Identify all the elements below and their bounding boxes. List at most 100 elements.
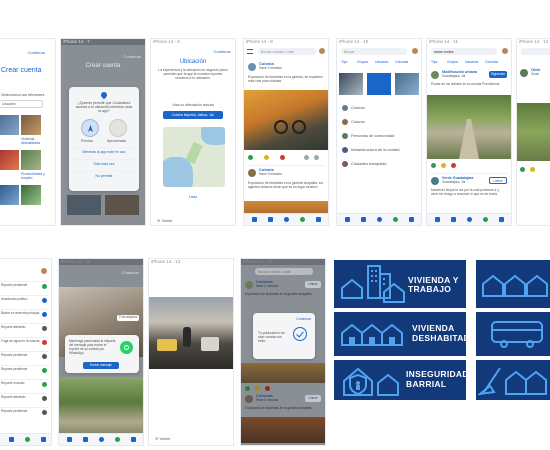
search-input[interactable]: areas verdes	[431, 48, 497, 55]
add-icon[interactable]	[99, 437, 104, 442]
reaction-icon[interactable]	[520, 167, 525, 172]
group-name[interactable]: Colonia	[351, 119, 365, 125]
add-icon[interactable]	[467, 217, 472, 222]
report-row-label[interactable]: Bache en avenida principal	[1, 311, 39, 316]
hashtag-icon[interactable]	[268, 217, 273, 222]
interest-card-image[interactable]	[0, 185, 19, 205]
home-icon[interactable]	[435, 217, 440, 222]
group-name[interactable]: Ciudades tranquilas	[351, 161, 386, 167]
continue-link[interactable]: Continuar	[124, 54, 141, 60]
add-icon[interactable]	[284, 217, 289, 222]
whatsapp-icon[interactable]	[25, 437, 30, 442]
post-image[interactable]	[517, 103, 550, 161]
interest-card-image[interactable]	[21, 115, 41, 135]
avatar[interactable]	[502, 48, 508, 54]
post-image[interactable]	[427, 95, 511, 159]
deny-option[interactable]: No permitir	[69, 174, 139, 178]
group-thumbnail[interactable]	[395, 73, 419, 95]
tab-neighborhoods[interactable]: Colonias	[485, 60, 498, 64]
group-name[interactable]: Personas de comunidad	[351, 133, 394, 139]
role-select[interactable]: Usuario	[0, 100, 43, 108]
interest-card-image[interactable]	[0, 115, 19, 135]
profile-icon[interactable]	[41, 437, 46, 442]
reaction-icon[interactable]	[431, 163, 436, 168]
tab-tips[interactable]: Tips	[341, 60, 347, 64]
group-thumbnail[interactable]	[339, 73, 363, 95]
interest-card-image[interactable]	[21, 150, 41, 170]
done-link[interactable]: Listo	[151, 194, 235, 200]
precise-map-option[interactable]	[81, 119, 99, 137]
report-row-label[interactable]: Fuga de agua en la colonia	[1, 339, 39, 344]
report-row-label[interactable]: Reporte atendido	[1, 325, 25, 330]
whatsapp-icon[interactable]	[483, 217, 488, 222]
profile-icon[interactable]	[131, 437, 136, 442]
group-name[interactable]: Colonia	[351, 105, 365, 111]
back-link[interactable]: ⊖ Volver	[155, 436, 171, 442]
profile-icon[interactable]	[409, 217, 414, 222]
reaction-icon[interactable]	[255, 386, 260, 391]
street-photo[interactable]	[149, 297, 233, 369]
report-row-label[interactable]: Reporte pendiente	[1, 353, 27, 358]
hashtag-icon[interactable]	[361, 217, 366, 222]
tab-groups[interactable]: Grupos	[357, 60, 368, 64]
tab-groups[interactable]: Grupos	[447, 60, 458, 64]
whatsapp-icon[interactable]	[393, 217, 398, 222]
search-input[interactable]	[521, 48, 550, 55]
hashtag-icon[interactable]	[83, 437, 88, 442]
home-icon[interactable]	[67, 437, 72, 442]
group-thumbnail[interactable]	[367, 73, 391, 95]
comment-icon[interactable]	[304, 155, 309, 160]
profile-icon[interactable]	[499, 217, 504, 222]
search-input[interactable]: Buscar colonia o calle	[255, 268, 313, 275]
menu-icon[interactable]	[247, 49, 253, 54]
avatar[interactable]	[319, 48, 325, 54]
following-button[interactable]: Siguiendo	[489, 71, 507, 78]
whatsapp-icon[interactable]	[115, 437, 120, 442]
tab-users[interactable]: Usuarios	[465, 60, 478, 64]
reaction-icon[interactable]	[245, 386, 250, 391]
allow-once-option[interactable]: Solo esta vez	[69, 162, 139, 166]
profile-icon[interactable]	[316, 217, 321, 222]
post-image[interactable]	[244, 90, 328, 150]
approx-map-option[interactable]	[109, 119, 127, 137]
photo-tag[interactable]: Foto adjunta	[117, 315, 139, 321]
home-icon[interactable]	[9, 437, 14, 442]
use-current-location-button[interactable]: Colonia Imperial, Jalisco, Jal.	[163, 111, 223, 119]
avatar[interactable]	[412, 48, 418, 54]
report-row-label[interactable]: Reporte pendiente	[1, 367, 27, 372]
continue-link[interactable]: Continuar	[28, 50, 45, 56]
whatsapp-icon[interactable]	[120, 341, 133, 354]
map-view[interactable]	[163, 127, 225, 187]
tab-tips[interactable]: Tips	[431, 60, 437, 64]
continue-link[interactable]: Continuar	[122, 270, 139, 276]
join-button[interactable]: Unirse	[489, 177, 507, 184]
add-icon[interactable]	[377, 217, 382, 222]
home-icon[interactable]	[345, 217, 350, 222]
reaction-icon[interactable]	[264, 155, 269, 160]
tab-users[interactable]: Usuarios	[375, 60, 388, 64]
allow-while-using-option[interactable]: Mientras la app esté en uso	[69, 150, 139, 154]
search-input[interactable]: Buscar	[341, 48, 407, 55]
report-row-label[interactable]: Reporte pendiente	[1, 409, 27, 414]
continue-link[interactable]: Continuar	[296, 317, 311, 321]
reaction-icon[interactable]	[248, 155, 253, 160]
interest-card-image[interactable]	[21, 185, 41, 205]
avatar[interactable]	[41, 268, 47, 274]
hashtag-icon[interactable]	[451, 217, 456, 222]
report-row-label[interactable]: Reporte atendido	[1, 395, 25, 400]
group-name[interactable]: Infraestructura de la ciudad	[351, 147, 399, 153]
search-input[interactable]: Buscar colonia o calle	[258, 48, 316, 55]
join-button[interactable]: Unirse	[305, 281, 321, 288]
reaction-icon[interactable]	[451, 163, 456, 168]
continue-link[interactable]: Continuar	[214, 49, 231, 55]
send-message-button[interactable]: Enviar mensaje	[83, 362, 119, 369]
share-icon[interactable]	[314, 155, 319, 160]
home-icon[interactable]	[252, 217, 257, 222]
report-row-label[interactable]: Reporte pendiente	[1, 283, 27, 288]
interest-card-image[interactable]	[0, 150, 19, 170]
whatsapp-icon[interactable]	[300, 217, 305, 222]
report-row-label[interactable]: Alumbrado público	[1, 297, 27, 302]
back-link[interactable]: ⊖ Volver	[157, 218, 173, 224]
report-row-label[interactable]: Reporte enviado	[1, 381, 24, 386]
reaction-icon[interactable]	[530, 167, 535, 172]
